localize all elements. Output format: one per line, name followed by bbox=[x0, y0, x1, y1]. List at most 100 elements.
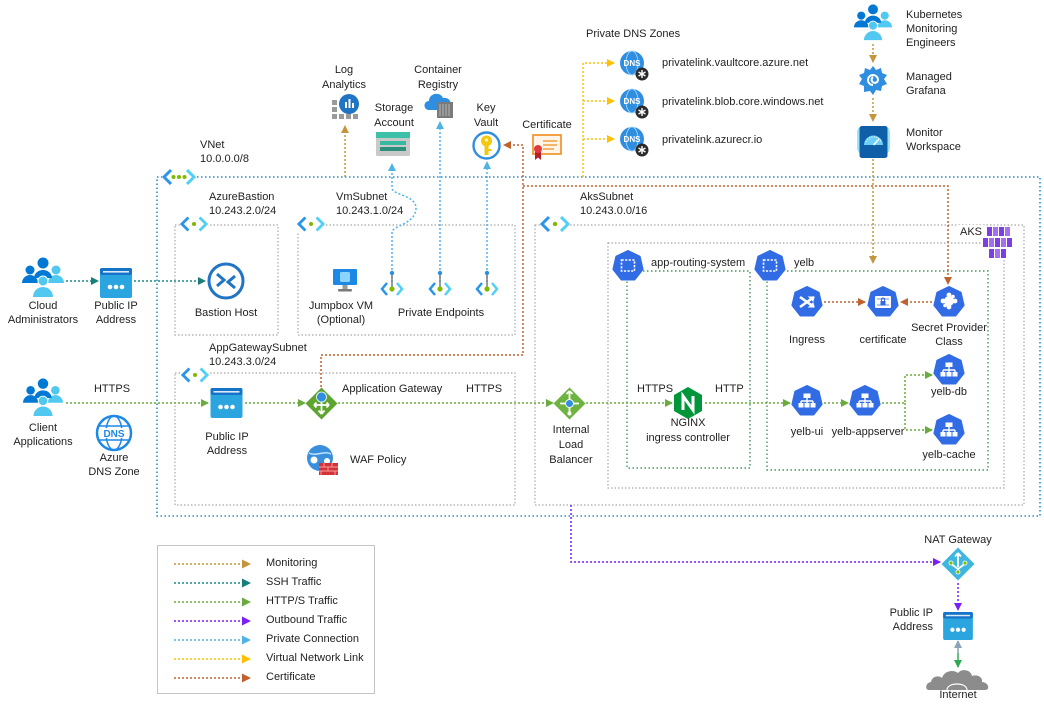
yelb-appserver-label: yelb-appserver bbox=[831, 426, 905, 438]
subnet-icon bbox=[540, 215, 570, 233]
public-ip-icon bbox=[210, 388, 243, 418]
certificate-label: Certificate bbox=[522, 118, 572, 132]
edge-aks-to-nat-gateway bbox=[570, 505, 941, 566]
private-dns-zone-icon: DNS bbox=[620, 88, 649, 119]
subnet-icon bbox=[297, 215, 325, 233]
k8s-crd-icon bbox=[933, 286, 965, 318]
users-group-icon bbox=[21, 377, 65, 417]
legend-label: Outbound Traffic bbox=[266, 614, 348, 626]
label-line: Monitor bbox=[906, 127, 943, 139]
label-line: Log bbox=[334, 64, 354, 76]
private-endpoint-icon bbox=[475, 270, 499, 296]
azure-bastion-subnet-label: AzureBastion 10.243.2.0/24 bbox=[209, 190, 276, 218]
legend-item-ssh: SSH Traffic bbox=[158, 574, 374, 592]
yelb-ui-label: yelb-ui bbox=[790, 426, 824, 438]
load-balancer-icon bbox=[553, 387, 586, 420]
public-ip-appgw-label: Public IP Address bbox=[205, 430, 248, 458]
subnet-icon bbox=[181, 366, 209, 384]
legend-swatch bbox=[174, 616, 251, 626]
legend-label: HTTP/S Traffic bbox=[266, 595, 338, 607]
label-line: Address bbox=[892, 621, 933, 633]
log-analytics-label: Log Analytics bbox=[322, 63, 366, 93]
key-vault-icon bbox=[472, 131, 501, 160]
edge-appserver-to-yelb-db bbox=[882, 371, 933, 404]
appgw-subnet-label: AppGatewaySubnet 10.243.3.0/24 bbox=[209, 341, 307, 369]
waf-policy-icon bbox=[307, 445, 338, 475]
architecture-diagram: Log Analytics Container Registry Storage… bbox=[0, 0, 1044, 709]
legend-swatch bbox=[174, 635, 251, 645]
client-applications-label: Client Applications bbox=[13, 421, 72, 449]
label-line: Key bbox=[476, 102, 496, 114]
legend-label: Virtual Network Link bbox=[266, 652, 364, 664]
subnet-name: AksSubnet bbox=[580, 191, 634, 203]
label-line: Load bbox=[558, 439, 584, 451]
legend-item-private-connection: Private Connection bbox=[158, 631, 374, 649]
k8s-certificate-label: certificate bbox=[859, 334, 907, 346]
label-line: DNS Zone bbox=[88, 466, 140, 478]
public-ip-icon bbox=[100, 268, 132, 298]
label-line: Managed bbox=[906, 71, 952, 83]
legend-swatch bbox=[174, 578, 251, 588]
dns-glyph: DNS bbox=[103, 429, 124, 440]
dns-zone-icon: DNS bbox=[95, 414, 133, 452]
subnet-name: AzureBastion bbox=[209, 191, 275, 203]
dns-glyph: DNS bbox=[624, 135, 642, 144]
vnet-cidr: 10.0.0.0/8 bbox=[200, 153, 249, 165]
internet-label: Internet bbox=[939, 689, 977, 701]
log-analytics-icon bbox=[332, 94, 359, 119]
legend-item-vnet-link: Virtual Network Link bbox=[158, 650, 374, 668]
virtual-network-icon bbox=[161, 168, 197, 186]
monitor-workspace-label: Monitor Workspace bbox=[906, 126, 961, 154]
edge-vnet-link-vaultcore bbox=[582, 59, 615, 177]
label-line: Azure bbox=[99, 452, 129, 464]
label-line: Public IP bbox=[94, 300, 138, 312]
label-line: Kubernetes bbox=[906, 9, 963, 21]
users-group-icon bbox=[21, 256, 65, 298]
edge-label-nginx-http: HTTP bbox=[715, 383, 744, 395]
label-line: Balancer bbox=[549, 454, 593, 466]
dns-glyph: DNS bbox=[624, 97, 642, 106]
cloud-administrators-label: Cloud Administrators bbox=[8, 299, 78, 327]
aks-icon bbox=[982, 226, 1014, 260]
private-endpoint-icon bbox=[428, 270, 452, 296]
k8s-ingress-icon bbox=[791, 286, 823, 318]
edge-appgw-to-key-vault bbox=[320, 141, 524, 387]
dns-zone-label-acr: privatelink.azurecr.io bbox=[662, 134, 763, 146]
edge-label-appgw-https: HTTPS bbox=[466, 383, 503, 395]
k8s-service-icon bbox=[791, 385, 823, 417]
label-line: Certificate bbox=[522, 119, 572, 131]
namespace-app-routing-label: app-routing-system bbox=[649, 256, 748, 270]
virtual-machine-icon bbox=[333, 269, 357, 292]
label-line: Address bbox=[95, 314, 137, 326]
subnet-cidr: 10.243.1.0/24 bbox=[336, 205, 404, 217]
legend-item-outbound: Outbound Traffic bbox=[158, 612, 374, 630]
legend-swatch bbox=[174, 559, 251, 569]
subnet-name: VmSubnet bbox=[336, 191, 388, 203]
subnet-cidr: 10.243.3.0/24 bbox=[209, 356, 277, 368]
private-endpoint-icon bbox=[380, 270, 404, 296]
label-line: Container bbox=[414, 64, 462, 76]
aks-subnet-label: AksSubnet 10.243.0.0/16 bbox=[580, 190, 647, 218]
label-line: Secret Provider bbox=[911, 322, 987, 334]
k8s-service-icon bbox=[933, 414, 965, 446]
nat-gateway-label: NAT Gateway bbox=[924, 534, 992, 546]
legend-label: SSH Traffic bbox=[266, 576, 322, 588]
label-line: Applications bbox=[13, 436, 73, 448]
label-line: Internal bbox=[552, 424, 590, 436]
grafana-icon bbox=[859, 66, 887, 95]
subnet-name: AppGatewaySubnet bbox=[209, 342, 307, 354]
monitor-workspace-icon bbox=[857, 126, 890, 158]
label-line: Jumpbox VM bbox=[308, 300, 374, 312]
legend-label: Private Connection bbox=[266, 633, 359, 645]
label-line: Engineers bbox=[906, 37, 956, 49]
label-line: Monitoring bbox=[906, 23, 958, 35]
edge-label-client-https: HTTPS bbox=[93, 383, 131, 395]
legend-item-monitoring: Monitoring bbox=[158, 555, 374, 573]
label-line: Public IP bbox=[889, 607, 933, 619]
private-endpoints-label: Private Endpoints bbox=[397, 307, 485, 319]
subnet-icon bbox=[180, 215, 208, 233]
legend-item-https: HTTP/S Traffic bbox=[158, 593, 374, 611]
label-line: ingress controller bbox=[646, 432, 730, 444]
certificate-icon bbox=[532, 134, 562, 160]
application-gateway-icon bbox=[305, 387, 338, 420]
